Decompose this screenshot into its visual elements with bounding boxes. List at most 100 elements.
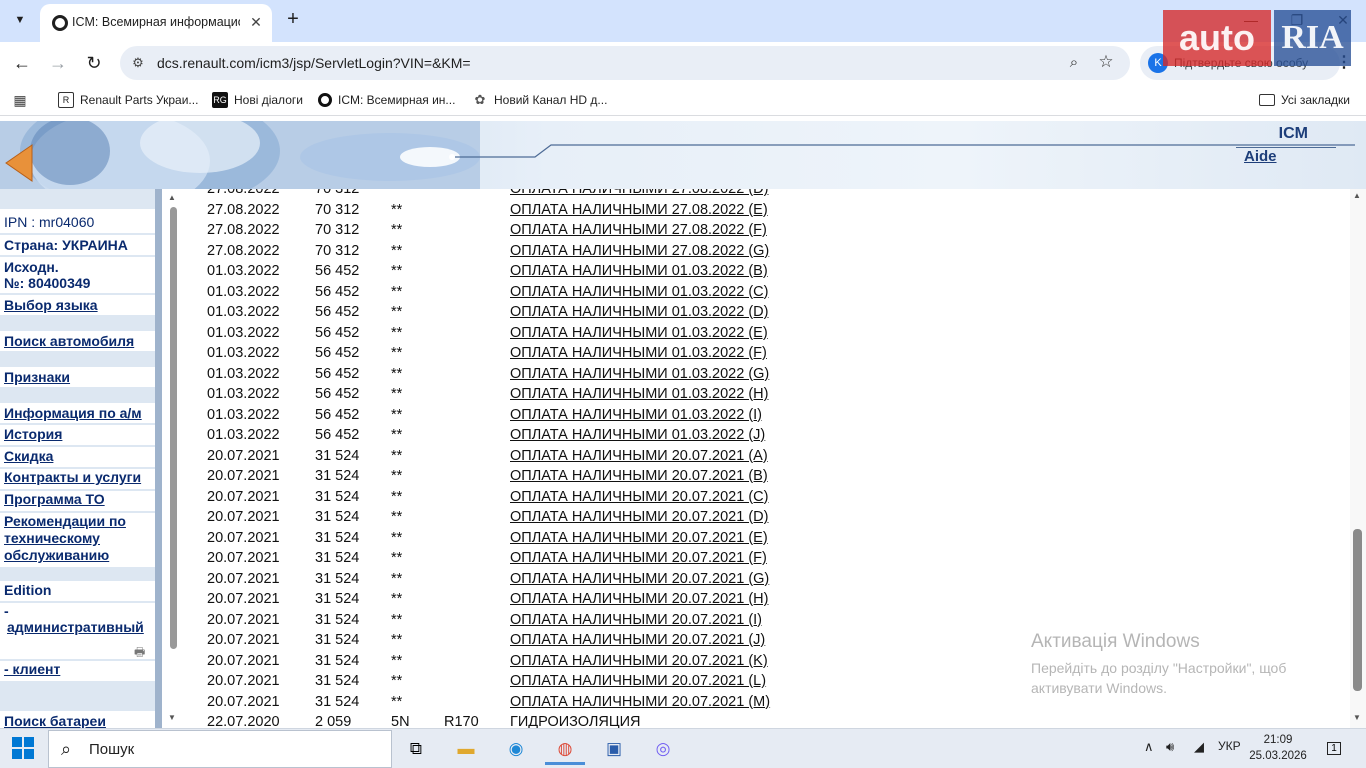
back-triangle-icon[interactable] <box>4 143 34 183</box>
country-label: Страна: УКРАИНА <box>0 235 155 255</box>
nav-battery[interactable]: Поиск батареи <box>0 711 155 728</box>
bookmark-renault-parts[interactable]: R Renault Parts Украи... <box>58 91 198 109</box>
notification-icon[interactable]: 1 <box>1324 739 1344 757</box>
row-date: 01.03.2022 <box>207 304 280 320</box>
row-description[interactable]: ОПЛАТА НАЛИЧНЫМИ 27.08.2022 (G) <box>510 243 769 259</box>
bookmark-new-channel[interactable]: ✿ Новий Канал HD д... <box>472 91 608 109</box>
row-mileage: 31 524 <box>315 693 360 710</box>
nav-admin-label[interactable]: административный <box>7 619 144 635</box>
renault-logo-icon: R <box>58 92 74 108</box>
row-description[interactable]: ОПЛАТА НАЛИЧНЫМИ 20.07.2021 (E) <box>510 530 768 546</box>
keyboard-language[interactable]: УКР <box>1218 739 1241 753</box>
nav-features[interactable]: Признаки <box>0 367 155 387</box>
row-description[interactable]: ОПЛАТА НАЛИЧНЫМИ 27.08.2022 (E) <box>510 202 768 218</box>
nav-history[interactable]: История <box>0 425 155 445</box>
table-row: 20.07.2021 31 524 ** ОПЛАТА НАЛИЧНЫМИ 20.07… <box>162 448 1342 468</box>
row-description[interactable]: ОПЛАТА НАЛИЧНЫМИ 20.07.2021 (K) <box>510 653 768 669</box>
wifi-icon[interactable]: ◢ <box>1194 739 1204 755</box>
apps-grid-icon[interactable]: ▦ <box>12 92 28 108</box>
zoom-icon[interactable]: ⌕ <box>1064 53 1084 73</box>
clock-date: 25.03.2026 <box>1249 750 1307 762</box>
volume-icon[interactable]: 🔊︎ <box>1166 739 1174 755</box>
forward-arrow-icon[interactable]: → <box>46 51 70 75</box>
clock[interactable]: 21:09 25.03.2026 <box>1246 732 1310 764</box>
nav-recommendations-label[interactable]: Рекомендации по техническому обслуживани… <box>4 513 126 563</box>
new-tab-button[interactable]: + <box>281 8 305 32</box>
row-description[interactable]: ОПЛАТА НАЛИЧНЫМИ 27.08.2022 (F) <box>510 222 767 238</box>
nav-vehicle-search-label[interactable]: Поиск автомобиля <box>4 333 134 349</box>
row-description[interactable]: ОПЛАТА НАЛИЧНЫМИ 01.03.2022 (J) <box>510 427 765 443</box>
row-description[interactable]: ОПЛАТА НАЛИЧНЫМИ 01.03.2022 (E) <box>510 325 768 341</box>
browser-tab-active[interactable]: ICM: Всемирная информацио ✕ <box>40 4 272 42</box>
row-description[interactable]: ОПЛАТА НАЛИЧНЫМИ 20.07.2021 (G) <box>510 571 769 587</box>
row-description[interactable]: ОПЛАТА НАЛИЧНЫМИ 20.07.2021 (J) <box>510 632 765 648</box>
viber-icon[interactable]: ◎ <box>643 733 683 765</box>
file-explorer-icon[interactable]: ▬ <box>446 733 486 765</box>
row-description[interactable]: ОПЛАТА НАЛИЧНЫМИ 01.03.2022 (H) <box>510 386 768 402</box>
search-icon: ⌕ <box>61 739 72 759</box>
row-description[interactable]: ОПЛАТА НАЛИЧНЫМИ 20.07.2021 (I) <box>510 612 762 628</box>
row-description[interactable]: ОПЛАТА НАЛИЧНЫМИ 01.03.2022 (B) <box>510 263 768 279</box>
nav-history-label[interactable]: История <box>4 426 62 442</box>
task-view-icon[interactable]: ⧉ <box>396 733 436 765</box>
nav-client-label[interactable]: - клиент <box>4 661 60 677</box>
row-description[interactable]: ОПЛАТА НАЛИЧНЫМИ 20.07.2021 (D) <box>510 509 768 525</box>
bookmark-new-dialogs[interactable]: RG Нові діалоги <box>212 91 303 109</box>
nav-maintenance[interactable]: Программа ТО <box>0 491 155 511</box>
nav-contracts-label[interactable]: Контракты и услуги <box>4 469 141 485</box>
watermark-line1: Перейдіть до розділу "Настройки", щоб <box>1031 660 1287 676</box>
row-mileage: 56 452 <box>315 427 360 443</box>
address-bar[interactable]: ⚙ dcs.renault.com/icm3/jsp/ServletLogin?… <box>120 46 1130 80</box>
nav-recommendations[interactable]: Рекомендации по техническому обслуживани… <box>0 513 155 567</box>
nav-discount[interactable]: Скидка <box>0 447 155 467</box>
nav-battery-label[interactable]: Поиск батареи <box>4 713 106 728</box>
nav-language[interactable]: Выбор языка <box>0 295 155 315</box>
chrome-icon[interactable]: ◍ <box>545 733 585 765</box>
edge-icon[interactable]: ◉ <box>496 733 536 765</box>
page-scroll-up-icon[interactable]: ▲ <box>1353 191 1361 200</box>
url-text[interactable]: dcs.renault.com/icm3/jsp/ServletLogin?VI… <box>157 55 471 71</box>
tab-close-icon[interactable]: ✕ <box>246 12 266 32</box>
row-code: ** <box>391 345 403 361</box>
page-scroll-thumb[interactable] <box>1353 529 1362 691</box>
nav-language-label[interactable]: Выбор языка <box>4 297 98 313</box>
row-description[interactable]: ОПЛАТА НАЛИЧНЫМИ 20.07.2021 (M) <box>510 694 770 710</box>
bookmark-star-icon[interactable]: ☆ <box>1096 52 1116 72</box>
nav-admin[interactable]: - административный 🖶 <box>0 603 155 659</box>
reload-icon[interactable]: ↻ <box>82 51 106 75</box>
app-window-icon[interactable]: ▣ <box>594 733 634 765</box>
row-description[interactable]: ОПЛАТА НАЛИЧНЫМИ 20.07.2021 (F) <box>510 550 767 566</box>
nav-vehicle-search[interactable]: Поиск автомобиля <box>0 331 155 351</box>
windows-start-icon[interactable] <box>12 737 36 761</box>
row-description[interactable]: ОПЛАТА НАЛИЧНЫМИ 20.07.2021 (B) <box>510 468 768 484</box>
tray-chevron-icon[interactable]: ∧ <box>1144 739 1154 755</box>
row-description[interactable]: ОПЛАТА НАЛИЧНЫМИ 20.07.2021 (C) <box>510 489 768 505</box>
site-info-icon[interactable]: ⚙ <box>130 55 146 71</box>
row-description[interactable]: ОПЛАТА НАЛИЧНЫМИ 01.03.2022 (C) <box>510 284 768 300</box>
bookmark-icm[interactable]: ○ ICM: Всемирная ин... <box>318 91 455 109</box>
row-description[interactable]: ОПЛАТА НАЛИЧНЫМИ 20.07.2021 (A) <box>510 448 768 464</box>
nav-maintenance-label[interactable]: Программа ТО <box>4 491 105 507</box>
tab-search-chevron-icon[interactable]: ▼ <box>8 8 32 32</box>
nav-vehicle-info-label[interactable]: Информация по а/м <box>4 405 142 421</box>
page-scrollbar[interactable]: ▲ ▼ <box>1350 189 1366 728</box>
row-description[interactable]: ОПЛАТА НАЛИЧНЫМИ 01.03.2022 (F) <box>510 345 767 361</box>
table-row: 20.07.2021 31 524 ** ОПЛАТА НАЛИЧНЫМИ 20.07… <box>162 550 1342 570</box>
row-description[interactable]: ОПЛАТА НАЛИЧНЫМИ 01.03.2022 (I) <box>510 407 762 423</box>
page-scroll-down-icon[interactable]: ▼ <box>1353 713 1361 722</box>
row-description[interactable]: ОПЛАТА НАЛИЧНЫМИ 20.07.2021 (L) <box>510 673 766 689</box>
aide-link[interactable]: Aide <box>1244 148 1277 165</box>
row-description[interactable]: ОПЛАТА НАЛИЧНЫМИ 01.03.2022 (D) <box>510 304 768 320</box>
row-description[interactable]: ОПЛАТА НАЛИЧНЫМИ 01.03.2022 (G) <box>510 366 769 382</box>
nav-discount-label[interactable]: Скидка <box>4 448 53 464</box>
row-description[interactable]: ОПЛАТА НАЛИЧНЫМИ 20.07.2021 (H) <box>510 591 768 607</box>
row-description[interactable]: ОПЛАТА НАЛИЧНЫМИ 27.08.2022 (D) <box>510 189 768 197</box>
back-arrow-icon[interactable]: ← <box>10 51 34 75</box>
taskbar-search-box[interactable]: ⌕ Пошук <box>48 730 392 768</box>
row-mileage: 70 312 <box>315 222 360 238</box>
nav-vehicle-info[interactable]: Информация по а/м <box>0 403 155 423</box>
nav-features-label[interactable]: Признаки <box>4 369 70 385</box>
nav-contracts[interactable]: Контракты и услуги <box>0 469 155 489</box>
all-bookmarks-button[interactable]: Усі закладки <box>1259 91 1350 109</box>
nav-client[interactable]: - клиент <box>0 661 155 681</box>
